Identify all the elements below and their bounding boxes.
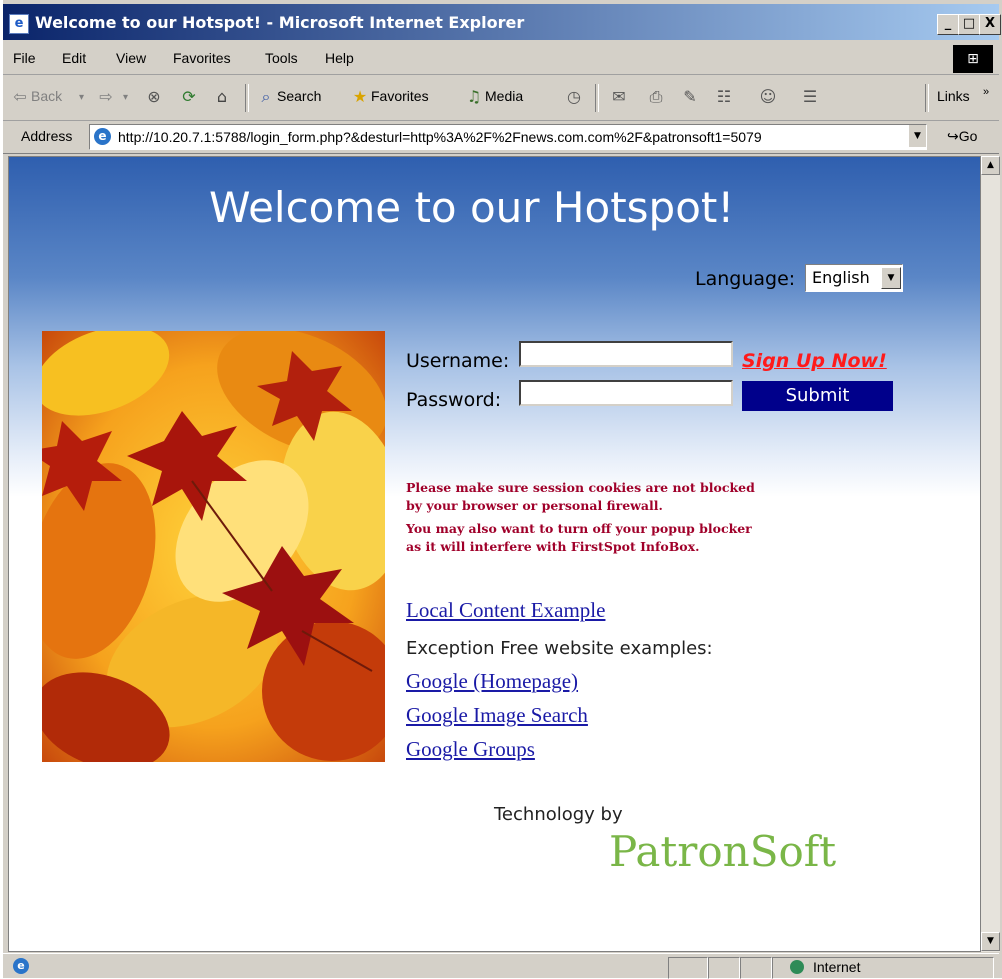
address-input[interactable]: e http://10.20.7.1:5788/login_form.php?&…: [89, 124, 927, 150]
menu-help[interactable]: Help: [325, 50, 354, 66]
scroll-up-icon[interactable]: ▲: [981, 156, 1000, 175]
back-dropdown-icon[interactable]: ▾: [79, 92, 84, 103]
address-label: Address: [21, 128, 73, 144]
scroll-down-icon[interactable]: ▼: [981, 932, 1000, 951]
password-label: Password:: [406, 389, 502, 411]
menu-file[interactable]: File: [13, 50, 36, 66]
go-button[interactable]: ↪Go: [947, 128, 977, 145]
media-icon[interactable]: ♫: [463, 86, 485, 108]
messenger-icon[interactable]: ☺: [757, 86, 779, 108]
mail-icon[interactable]: ✉: [608, 86, 630, 108]
popup-warning: You may also want to turn off your popup…: [406, 521, 752, 536]
address-url[interactable]: http://10.20.7.1:5788/login_form.php?&de…: [118, 129, 898, 145]
favorites-icon[interactable]: ★: [349, 86, 371, 108]
back-arrow-icon[interactable]: ⇦: [9, 86, 31, 108]
go-label: Go: [958, 128, 978, 144]
address-bar: Address e http://10.20.7.1:5788/login_fo…: [3, 121, 999, 154]
forward-dropdown-icon[interactable]: ▾: [123, 92, 128, 103]
internet-zone-label: Internet: [813, 959, 861, 975]
home-icon[interactable]: ⌂: [211, 86, 233, 108]
ie-icon: e: [9, 14, 29, 34]
submit-button[interactable]: Submit: [742, 381, 893, 411]
language-label: Language:: [695, 268, 796, 290]
menu-edit[interactable]: Edit: [62, 50, 86, 66]
menu-bar: File Edit View Favorites Tools Help ⊞: [3, 42, 999, 75]
status-bar: e Internet: [3, 953, 999, 979]
page-title: Welcome to our Hotspot!: [209, 183, 735, 232]
username-label: Username:: [406, 350, 510, 372]
toolbar-separator: [245, 84, 249, 112]
forward-arrow-icon[interactable]: ⇨: [95, 86, 117, 108]
title-bar: e Welcome to our Hotspot! - Microsoft In…: [3, 4, 1001, 40]
internet-globe-icon: [790, 960, 804, 974]
language-value: English: [812, 268, 870, 287]
back-button[interactable]: Back: [31, 88, 62, 104]
google-image-search-link[interactable]: Google Image Search: [406, 703, 588, 728]
maximize-button[interactable]: □: [958, 14, 980, 35]
cookie-warning: by your browser or personal firewall.: [406, 498, 663, 513]
page-viewport: Welcome to our Hotspot! Language: Englis…: [8, 156, 981, 952]
edit-icon[interactable]: ✎: [679, 86, 701, 108]
print-icon[interactable]: ⎙: [645, 86, 667, 108]
research-icon[interactable]: ☰: [799, 86, 821, 108]
minimize-button[interactable]: _: [937, 14, 959, 35]
autumn-leaves-image: [42, 331, 385, 762]
media-button[interactable]: Media: [485, 88, 523, 104]
toolbar-separator: [595, 84, 599, 112]
page-icon: e: [94, 128, 111, 145]
links-chevron-icon[interactable]: »: [983, 86, 989, 98]
favorites-button[interactable]: Favorites: [371, 88, 429, 104]
toolbar: ⇦ Back ▾ ⇨ ▾ ⊗ ⟳ ⌂ ⌕ Search ★ Favorites …: [3, 76, 999, 121]
cookie-warning: Please make sure session cookies are not…: [406, 480, 755, 495]
google-homepage-link[interactable]: Google (Homepage): [406, 669, 578, 694]
windows-logo-icon: ⊞: [953, 45, 993, 73]
refresh-icon[interactable]: ⟳: [178, 86, 200, 108]
language-select[interactable]: English ▼: [805, 264, 903, 292]
status-cell: [740, 957, 772, 979]
password-input[interactable]: [519, 380, 733, 406]
links-button[interactable]: Links: [937, 88, 970, 104]
toolbar-separator: [925, 84, 929, 112]
popup-warning: as it will interfere with FirstSpot Info…: [406, 539, 700, 554]
zone-cell: [772, 957, 994, 979]
menu-favorites[interactable]: Favorites: [173, 50, 231, 66]
local-content-link[interactable]: Local Content Example: [406, 598, 605, 623]
technology-by-text: Technology by: [494, 804, 623, 825]
patronsoft-logo: PatronSoft: [609, 827, 837, 876]
menu-view[interactable]: View: [116, 50, 146, 66]
history-icon[interactable]: ◷: [563, 86, 585, 108]
close-button[interactable]: X: [979, 14, 1001, 35]
go-arrow-icon: ↪: [947, 128, 959, 144]
status-cell: [668, 957, 708, 979]
address-dropdown-icon[interactable]: ▼: [908, 125, 926, 147]
discuss-icon[interactable]: ☷: [713, 86, 735, 108]
search-icon[interactable]: ⌕: [255, 86, 277, 108]
page-status-icon: e: [13, 958, 29, 974]
stop-icon[interactable]: ⊗: [143, 86, 165, 108]
window-title: Welcome to our Hotspot! - Microsoft Inte…: [35, 13, 525, 32]
search-button[interactable]: Search: [277, 88, 321, 104]
google-groups-link[interactable]: Google Groups: [406, 737, 535, 762]
username-input[interactable]: [519, 341, 733, 367]
menu-tools[interactable]: Tools: [265, 50, 298, 66]
sign-up-link[interactable]: Sign Up Now!: [742, 350, 887, 372]
exception-free-text: Exception Free website examples:: [406, 638, 713, 659]
status-cell: [708, 957, 740, 979]
chevron-down-icon[interactable]: ▼: [881, 267, 901, 289]
vertical-scrollbar[interactable]: ▲ ▼: [981, 156, 1000, 952]
